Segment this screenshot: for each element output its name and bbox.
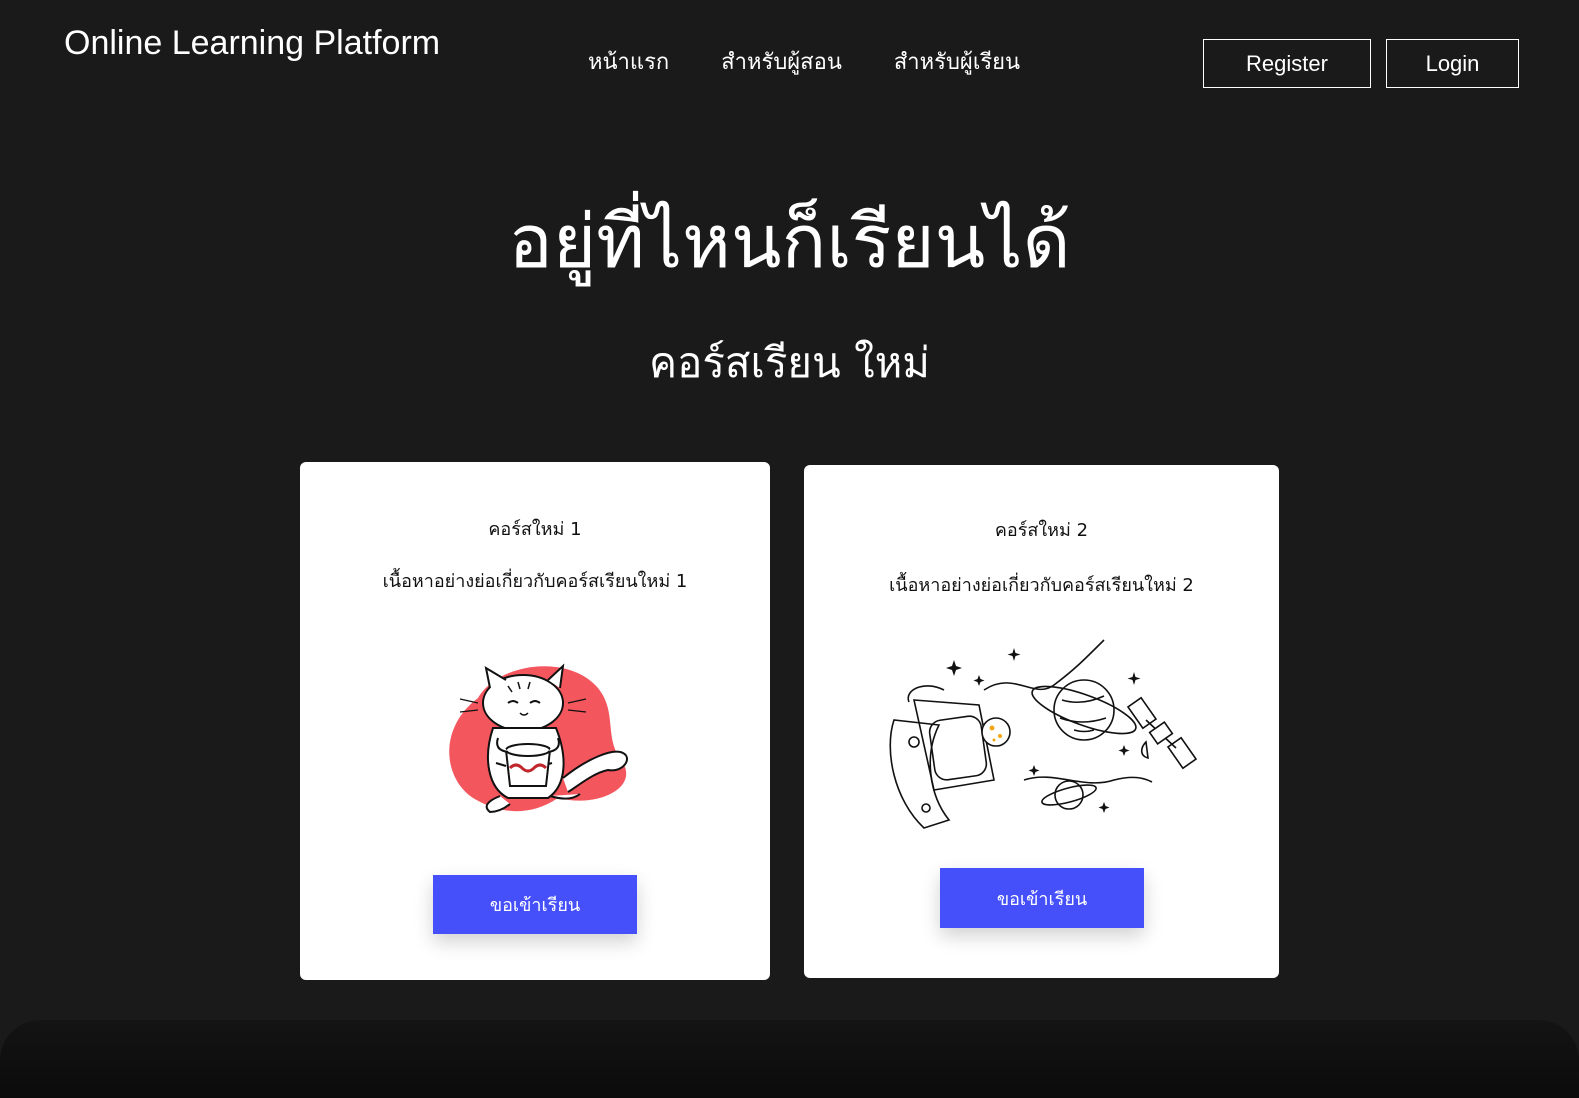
course-title: คอร์สใหม่ 1: [488, 519, 582, 540]
login-button[interactable]: Login: [1386, 39, 1519, 88]
course-description: เนื้อหาอย่างย่อเกี่ยวกับคอร์สเรียนใหม่ 1: [382, 571, 688, 592]
main-nav: หน้าแรก สำหรับผู้สอน สำหรับผู้เรียน: [588, 44, 1020, 79]
nav-for-instructors[interactable]: สำหรับผู้สอน: [721, 44, 842, 79]
section-subtitle: คอร์สเรียน ใหม่: [649, 338, 930, 387]
hero-title: อยู่ที่ไหนก็เรียนได้: [508, 199, 1071, 285]
course-card-1: คอร์สใหม่ 1 เนื้อหาอย่างย่อเกี่ยวกับคอร์…: [300, 462, 770, 980]
cat-illustration: [449, 663, 628, 814]
nav-for-students[interactable]: สำหรับผู้เรียน: [894, 44, 1020, 79]
nav-home[interactable]: หน้าแรก: [588, 44, 669, 79]
enroll-button[interactable]: ขอเข้าเรียน: [433, 875, 637, 934]
brand-title: Online Learning Platform: [64, 24, 441, 62]
register-button[interactable]: Register: [1203, 39, 1371, 88]
footer-bar: [0, 1020, 1579, 1098]
enroll-button[interactable]: ขอเข้าเรียน: [940, 868, 1144, 928]
space-illustration: [889, 639, 1198, 829]
course-description: เนื้อหาอย่างย่อเกี่ยวกับคอร์สเรียนใหม่ 2: [889, 575, 1194, 596]
course-card-2: คอร์สใหม่ 2 เนื้อหาอย่างย่อเกี่ยวกับคอร์…: [804, 465, 1279, 978]
course-title: คอร์สใหม่ 2: [994, 520, 1089, 541]
